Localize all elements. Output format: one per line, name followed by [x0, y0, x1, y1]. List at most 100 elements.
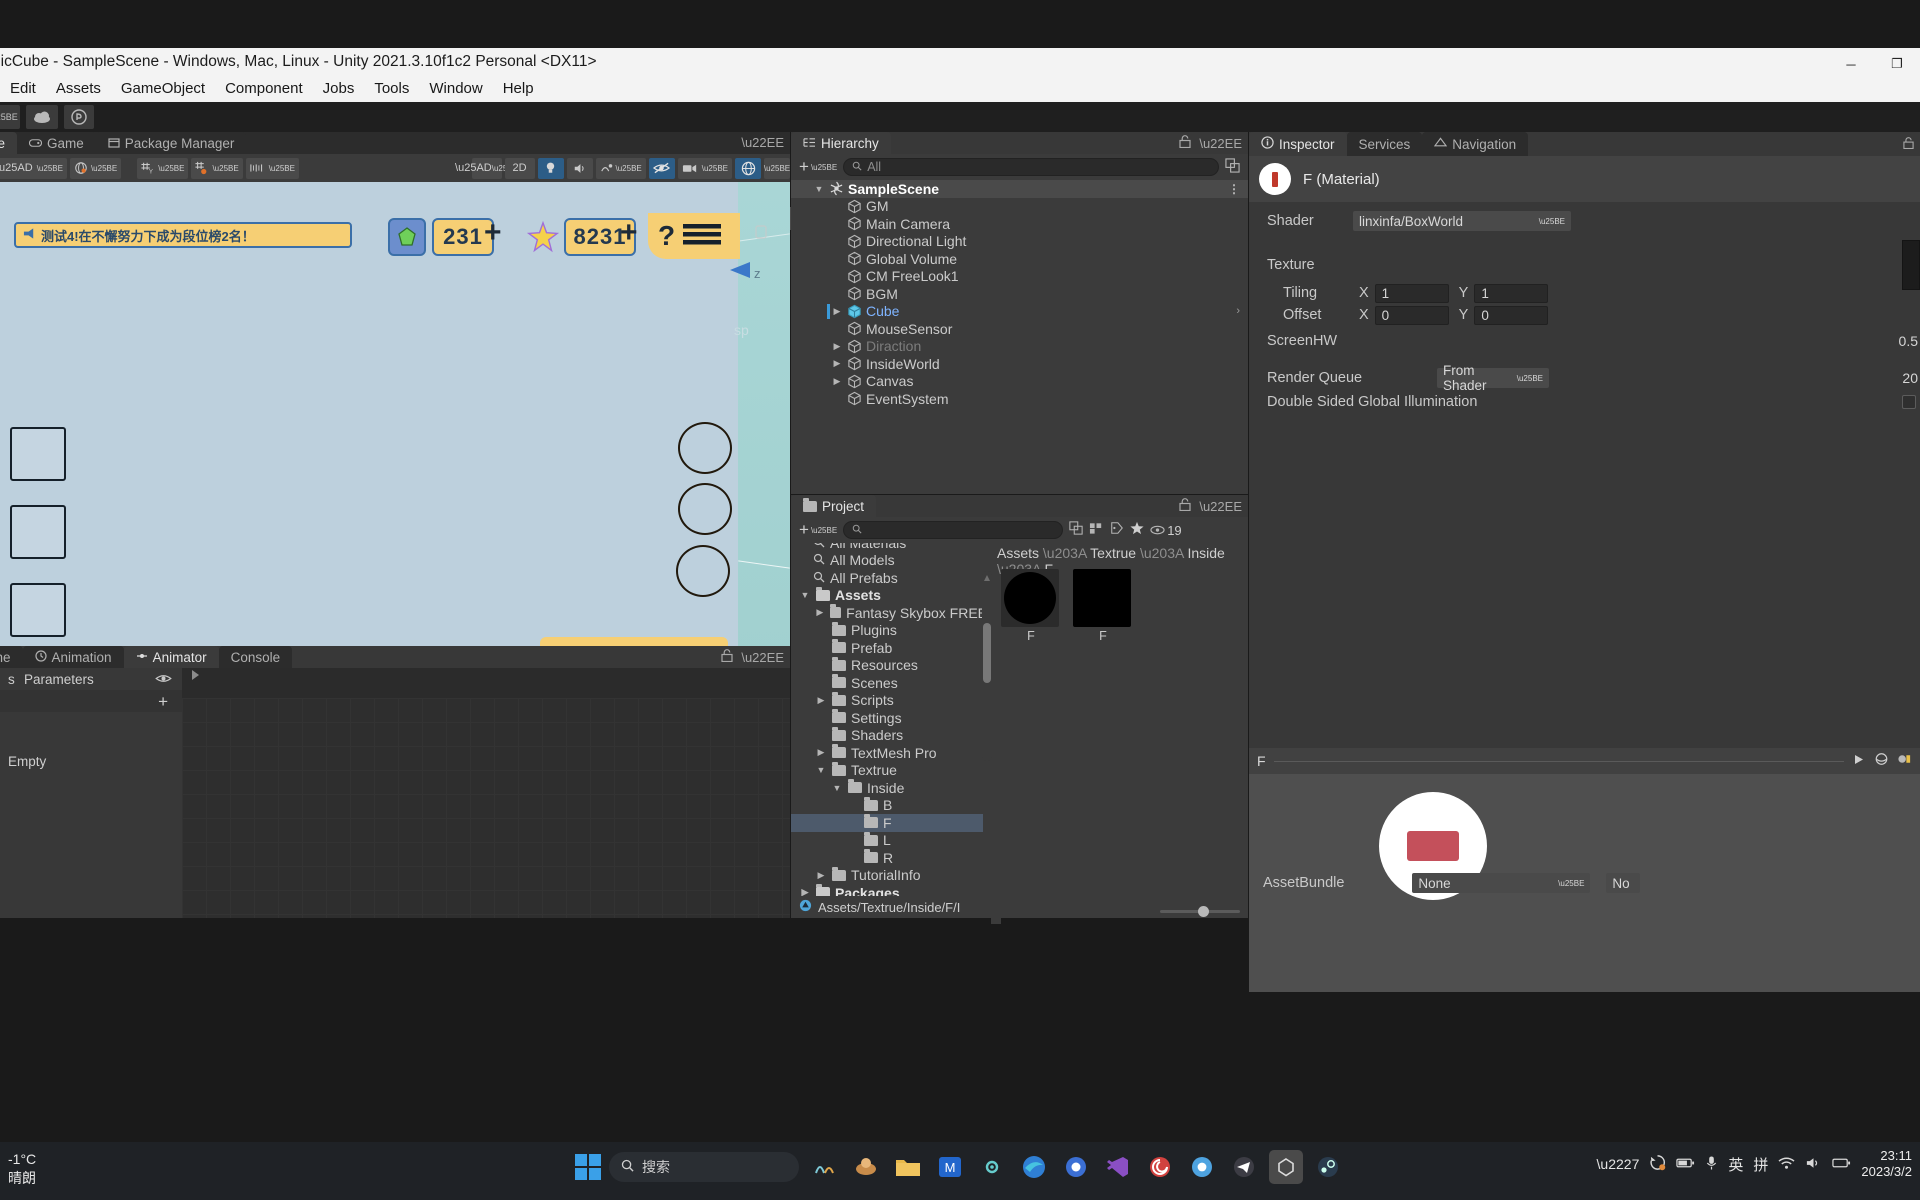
weather-widget[interactable]: -1°C 晴朗 [8, 1150, 36, 1188]
hierarchy-item-global-volume[interactable]: Global Volume [791, 250, 1248, 268]
project-tree-item-f[interactable]: F [791, 814, 987, 832]
hierarchy-item-canvas[interactable]: ▶ Canvas [791, 373, 1248, 391]
animator-add-parameter-button[interactable]: + [158, 692, 168, 712]
hierarchy-search-expand-icon[interactable] [1225, 158, 1240, 177]
chevron-right-icon[interactable]: ▶ [831, 376, 843, 387]
taskbar-clock[interactable]: 23:11 2023/3/2 [1861, 1148, 1912, 1180]
grid-snap-y-icon[interactable]: Y \u25BE [137, 158, 188, 179]
menu-item-assets[interactable]: Assets [46, 76, 111, 102]
eye-icon[interactable] [155, 671, 172, 688]
assetbundle-variant-dropdown[interactable]: No [1606, 873, 1640, 893]
chevron-down-icon[interactable]: ▼ [815, 765, 827, 775]
hierarchy-item-expand-icon[interactable]: › [1236, 305, 1240, 317]
hierarchy-item-samplescene[interactable]: ▼ SampleScene⋮ [791, 180, 1248, 198]
project-label-icon[interactable] [1110, 521, 1124, 539]
breadcrumb-inside[interactable]: Inside [1187, 545, 1224, 561]
scene-fx-dropdown[interactable]: \u25BE [596, 158, 646, 179]
menu-item-tools[interactable]: Tools [364, 76, 419, 102]
grid-snap-icon[interactable]: \u25BE [191, 158, 242, 179]
lock-icon[interactable] [1179, 498, 1191, 514]
chevron-right-icon[interactable]: ▶ [831, 341, 843, 352]
shader-dropdown[interactable]: linxinfa/BoxWorld \u25BE [1353, 211, 1571, 231]
project-tree-item-textrue[interactable]: ▼Textrue [791, 762, 987, 780]
wifi-icon[interactable] [1778, 1156, 1795, 1173]
scene-visibility-toggle[interactable] [649, 158, 675, 179]
menu-item-window[interactable]: Window [419, 76, 492, 102]
account-icon[interactable] [64, 105, 94, 129]
project-tree-item-textmesh-pro[interactable]: ▶TextMesh Pro [791, 744, 987, 762]
scene-shading-dropdown[interactable]: \u25AD\u25BE [472, 158, 502, 179]
tab-timeline[interactable]: eline [0, 646, 23, 668]
chevron-right-icon[interactable]: ▶ [815, 607, 825, 618]
project-tree-item-r[interactable]: R [791, 849, 987, 867]
edge-icon[interactable] [1017, 1150, 1051, 1184]
animator-state-grid[interactable] [182, 698, 790, 918]
scene-audio-toggle[interactable] [567, 158, 593, 179]
double-sided-gi-checkbox[interactable] [1902, 395, 1916, 409]
cloud-icon[interactable] [26, 105, 58, 129]
project-tree-item-tutorialinfo[interactable]: ▶TutorialInfo [791, 867, 987, 885]
project-filter-icon[interactable] [1089, 521, 1104, 539]
hierarchy-search-input[interactable]: All [843, 158, 1219, 176]
project-tree-item-resources[interactable]: Resources [791, 657, 987, 675]
project-favorite-icon[interactable] [1130, 521, 1144, 539]
chevron-down-icon[interactable]: ▼ [831, 783, 843, 793]
update-icon[interactable] [1649, 1154, 1666, 1174]
hierarchy-item-eventsystem[interactable]: EventSystem [791, 390, 1248, 408]
gem-add-button[interactable]: + [484, 216, 502, 250]
animator-parameters-label[interactable]: Parameters [16, 668, 136, 690]
hierarchy-item-mousesensor[interactable]: MouseSensor [791, 320, 1248, 338]
tab-game[interactable]: Game [17, 132, 96, 154]
project-favorite-all-materials[interactable]: All Materials [791, 543, 987, 552]
tab-navigation[interactable]: Navigation [1422, 132, 1528, 156]
render-queue-number[interactable]: 20 [1902, 370, 1918, 386]
kebab-icon[interactable]: \u22EE [1199, 499, 1242, 514]
weather-icon[interactable] [849, 1150, 883, 1184]
project-zoom-knob[interactable] [1198, 906, 1209, 917]
kebab-icon[interactable]: \u22EE [741, 650, 784, 665]
offset-y-input[interactable]: 0 [1474, 306, 1548, 325]
battery-icon[interactable] [1676, 1156, 1695, 1172]
chevron-right-icon[interactable]: ▶ [831, 306, 843, 317]
project-tree-item-settings[interactable]: Settings [791, 709, 987, 727]
tab-animation[interactable]: Animation [23, 646, 124, 668]
scene-gizmos-dropdown[interactable]: \u25BE [764, 158, 790, 179]
kebab-icon[interactable]: \u22EE [1199, 136, 1242, 151]
offset-x-input[interactable]: 0 [1375, 306, 1449, 325]
menu-item-edit[interactable]: Edit [0, 76, 46, 102]
taskbar-search-input[interactable]: 搜索 [609, 1152, 799, 1182]
tool-handle-dropdown[interactable]: \u25BE [0, 105, 20, 129]
windows-logo-icon[interactable] [575, 1154, 601, 1180]
shading-mode-dropdown[interactable]: \u25AD\u25BE [0, 158, 67, 179]
project-tree-item-prefab[interactable]: Prefab [791, 639, 987, 657]
tab-console[interactable]: Console [219, 646, 293, 668]
project-favorite-all-models[interactable]: All Models [791, 552, 987, 570]
project-tree-item-plugins[interactable]: Plugins [791, 622, 987, 640]
play-icon[interactable] [1852, 753, 1866, 770]
sphere-icon[interactable] [1874, 752, 1889, 770]
project-tree-item-l[interactable]: L [791, 832, 987, 850]
tab-scene[interactable]: ne [0, 132, 17, 154]
chevron-up-icon[interactable]: \u2227 [1597, 1156, 1640, 1172]
hierarchy-item-cube[interactable]: ▶ Cube› [791, 303, 1248, 321]
spiral-icon[interactable] [1143, 1150, 1177, 1184]
hierarchy-item-cm-freelook1[interactable]: CM FreeLook1 [791, 268, 1248, 286]
hierarchy-item-insideworld[interactable]: ▶ InsideWorld [791, 355, 1248, 373]
hierarchy-list[interactable]: ▼ SampleScene⋮ GM Main Camera Directiona… [791, 180, 1248, 494]
asset-item[interactable]: F [1073, 569, 1133, 643]
lock-icon[interactable] [1903, 137, 1914, 152]
project-tree-item-inside[interactable]: ▼Inside [791, 779, 987, 797]
asset-item[interactable]: F [1001, 569, 1061, 643]
chevron-down-icon[interactable]: ▼ [813, 184, 825, 194]
mail-icon[interactable]: M [933, 1150, 967, 1184]
volume-icon[interactable] [1805, 1156, 1822, 1173]
hierarchy-item-directional-light[interactable]: Directional Light [791, 233, 1248, 251]
project-tree-item-scenes[interactable]: Scenes [791, 674, 987, 692]
kebab-icon[interactable]: \u22EE [741, 135, 784, 150]
render-queue-dropdown[interactable]: From Shader \u25BE [1437, 368, 1549, 388]
breadcrumb-assets[interactable]: Assets [997, 545, 1039, 561]
scene-context-menu-icon[interactable]: ⋮ [1228, 182, 1240, 196]
project-zoom-slider[interactable] [1160, 910, 1240, 913]
chevron-right-icon[interactable]: ▶ [815, 870, 827, 881]
project-tree-item-fantasy-skybox-free[interactable]: ▶Fantasy Skybox FREE [791, 604, 987, 622]
